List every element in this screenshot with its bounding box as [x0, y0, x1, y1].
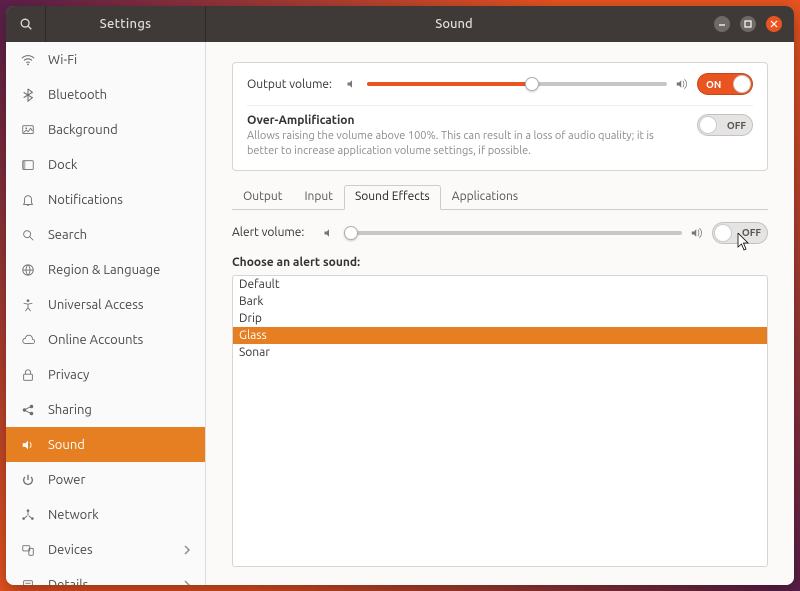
search-button[interactable]: [6, 6, 46, 42]
over-amplification-toggle[interactable]: OFF: [697, 114, 753, 136]
output-panel: Output volume: ON: [232, 62, 768, 171]
search-icon: [19, 17, 33, 31]
minimize-button[interactable]: [714, 16, 730, 32]
titlebar: Settings Sound: [6, 6, 794, 42]
main-content: Output volume: ON: [206, 42, 794, 585]
bluetooth-icon: [20, 87, 36, 103]
alert-volume-toggle[interactable]: OFF: [712, 222, 768, 244]
sidebar-item-label: Dock: [48, 158, 191, 172]
window-controls: [702, 6, 794, 42]
output-volume-slider[interactable]: [367, 82, 667, 86]
toggle-on-label: ON: [706, 79, 721, 90]
alert-volume-label: Alert volume:: [232, 226, 314, 239]
sidebar-item-label: Wi-Fi: [48, 53, 191, 67]
toggle-off-label: OFF: [727, 120, 746, 131]
sidebar-item-sharing[interactable]: Sharing: [6, 392, 205, 427]
alert-sound-sonar[interactable]: Sonar: [233, 344, 767, 361]
sidebar-item-label: Power: [48, 473, 191, 487]
titlebar-sidebar-section: Settings: [6, 6, 206, 42]
dock-icon: [20, 157, 36, 173]
alert-sound-list[interactable]: DefaultBarkDripGlassSonar: [232, 275, 768, 567]
sidebar-item-dock[interactable]: Dock: [6, 147, 205, 182]
sidebar-item-label: Online Accounts: [48, 333, 191, 347]
sound-icon: [20, 437, 36, 453]
over-amplification-title: Over-Amplification: [247, 114, 685, 127]
sidebar-item-label: Search: [48, 228, 191, 242]
sidebar-item-label: Notifications: [48, 193, 191, 207]
maximize-button[interactable]: [740, 16, 756, 32]
details-icon: [20, 577, 36, 586]
sidebar-item-label: Sharing: [48, 403, 191, 417]
wifi-icon: [20, 52, 36, 68]
background-icon: [20, 122, 36, 138]
sidebar-item-background[interactable]: Background: [6, 112, 205, 147]
chevron-right-icon: [183, 545, 191, 555]
settings-window: Settings Sound Wi-Fi Bluetooth Background D…: [6, 6, 794, 585]
bell-icon: [20, 192, 36, 208]
settings-title: Settings: [46, 17, 205, 31]
sidebar-item-label: Sound: [48, 438, 191, 452]
speaker-high-icon: [675, 77, 689, 91]
choose-alert-label: Choose an alert sound:: [232, 256, 768, 269]
privacy-icon: [20, 367, 36, 383]
cloud-icon: [20, 332, 36, 348]
output-volume-toggle[interactable]: ON: [697, 73, 753, 95]
speaker-low-icon: [345, 77, 359, 91]
power-icon: [20, 472, 36, 488]
tab-applications[interactable]: Applications: [441, 185, 529, 210]
sidebar-item-privacy[interactable]: Privacy: [6, 357, 205, 392]
tab-sound_effects[interactable]: Sound Effects: [344, 185, 441, 210]
alert-sound-drip[interactable]: Drip: [233, 310, 767, 327]
sidebar-item-wi-fi[interactable]: Wi-Fi: [6, 42, 205, 77]
speaker-high-icon: [690, 226, 704, 240]
sidebar-item-bluetooth[interactable]: Bluetooth: [6, 77, 205, 112]
alert-sound-bark[interactable]: Bark: [233, 293, 767, 310]
sidebar-item-label: Region & Language: [48, 263, 191, 277]
sidebar-item-universal-access[interactable]: Universal Access: [6, 287, 205, 322]
speaker-low-icon: [322, 226, 336, 240]
alert-volume-slider[interactable]: [344, 231, 682, 235]
share-icon: [20, 402, 36, 418]
devices-icon: [20, 542, 36, 558]
sound-effects-section: OutputInputSound EffectsApplications Ale…: [232, 185, 768, 567]
sidebar-item-label: Network: [48, 508, 191, 522]
chevron-right-icon: [183, 580, 191, 586]
sidebar-item-details[interactable]: Details: [6, 567, 205, 585]
sidebar-item-label: Privacy: [48, 368, 191, 382]
sidebar-item-label: Bluetooth: [48, 88, 191, 102]
close-button[interactable]: [766, 16, 782, 32]
over-amplification-description: Allows raising the volume above 100%. Th…: [247, 129, 685, 160]
sidebar-item-power[interactable]: Power: [6, 462, 205, 497]
sidebar[interactable]: Wi-Fi Bluetooth Background Dock Notification…: [6, 42, 206, 585]
sidebar-item-notifications[interactable]: Notifications: [6, 182, 205, 217]
sidebar-item-region-language[interactable]: Region & Language: [6, 252, 205, 287]
sidebar-item-label: Details: [48, 578, 171, 586]
sidebar-item-online-accounts[interactable]: Online Accounts: [6, 322, 205, 357]
network-icon: [20, 507, 36, 523]
output-volume-label: Output volume:: [247, 78, 337, 91]
sidebar-item-sound[interactable]: Sound: [6, 427, 205, 462]
accessibility-icon: [20, 297, 36, 313]
sidebar-item-network[interactable]: Network: [6, 497, 205, 532]
alert-sound-glass[interactable]: Glass: [233, 327, 767, 344]
sidebar-item-label: Background: [48, 123, 191, 137]
tab-output[interactable]: Output: [232, 185, 293, 210]
sidebar-item-label: Universal Access: [48, 298, 191, 312]
page-title: Sound: [206, 6, 702, 42]
globe-icon: [20, 262, 36, 278]
sidebar-item-devices[interactable]: Devices: [6, 532, 205, 567]
toggle-off-label: OFF: [742, 227, 761, 238]
alert-sound-default[interactable]: Default: [233, 276, 767, 293]
sidebar-item-search[interactable]: Search: [6, 217, 205, 252]
tabs: OutputInputSound EffectsApplications: [232, 185, 768, 210]
sidebar-item-label: Devices: [48, 543, 171, 557]
search-icon: [20, 227, 36, 243]
tab-input[interactable]: Input: [293, 185, 344, 210]
